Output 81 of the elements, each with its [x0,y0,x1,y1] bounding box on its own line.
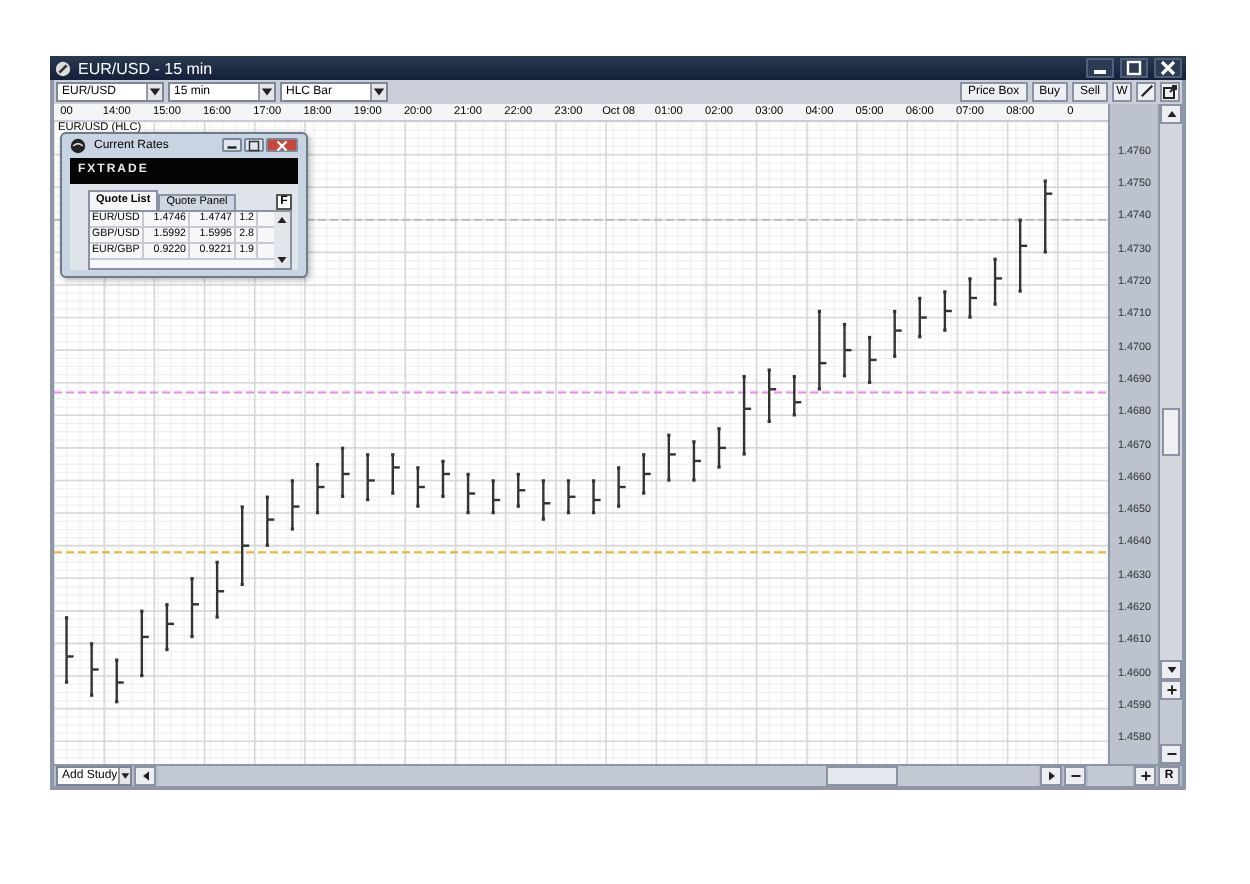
price-bar [491,478,501,514]
price-bar [391,452,400,494]
down-arrow-icon [1165,663,1177,676]
scroll-left-button[interactable] [134,765,156,786]
price-bar [642,452,651,494]
price-bar [918,296,927,338]
price-bar [240,504,250,586]
plus-icon [1139,769,1151,782]
price-bar [893,309,902,358]
price-bar [943,289,952,331]
line-icon [1139,84,1153,99]
price-bar [692,439,701,481]
minus-icon [1165,747,1177,760]
minimize-button[interactable] [1086,58,1114,79]
caret-icon [258,83,274,100]
scroll-down-button[interactable] [274,251,290,268]
minus-icon [1069,769,1081,782]
scroll-right-button[interactable] [1040,765,1062,786]
scroll-thumb[interactable] [826,765,898,786]
price-bar [441,458,450,498]
maximize-icon [248,139,260,152]
window-title: EUR/USD - 15 min [78,59,213,78]
price-bar [591,478,601,514]
price-bar [64,615,74,683]
zoom-in-button[interactable] [1134,765,1156,786]
price-bar [667,432,676,481]
scroll-down-button[interactable] [1160,659,1182,680]
price-bar [265,494,275,547]
price-bar [315,462,325,514]
price-bar [767,367,777,423]
up-arrow-icon [276,213,288,226]
down-arrow-icon [276,253,288,266]
price-bar [717,426,726,468]
maximize-icon [1126,60,1142,77]
price-bar [968,276,977,318]
zoom-in-button[interactable] [1160,679,1182,700]
close-icon [1160,60,1176,77]
left-arrow-icon [139,769,151,782]
scroll-thumb[interactable] [1162,407,1180,456]
price-bar [617,465,626,507]
price-bar [516,472,526,507]
price-bar [868,335,877,384]
caret-icon [370,83,386,100]
price-bar [1043,178,1053,253]
caret-icon [117,767,130,784]
price-bar [541,478,551,520]
caret-icon [146,83,162,100]
price-bar [190,576,199,638]
price-bar [115,657,124,703]
price-bar [993,256,1003,305]
right-arrow-icon [1045,769,1057,782]
detach-icon [1162,83,1178,100]
price-bar [1018,217,1028,292]
price-bar [215,559,225,618]
close-button[interactable] [1154,58,1182,79]
price-bar [366,452,375,501]
close-icon [276,139,288,152]
price-bar [90,641,99,696]
minimize-button[interactable] [222,138,242,153]
zoom-out-button[interactable] [1160,743,1182,764]
maximize-button[interactable] [244,138,264,153]
zoom-out-button[interactable] [1064,765,1086,786]
pencil-button[interactable] [1136,81,1156,102]
price-bar [566,478,576,514]
price-bar [140,608,149,677]
price-bar [842,322,852,377]
up-arrow-icon [1165,107,1177,120]
scroll-up-button[interactable] [274,211,290,228]
plus-icon [1165,683,1177,696]
price-bar [466,472,476,514]
maximize-button[interactable] [1120,58,1148,79]
price-bar [742,374,752,455]
price-bar [416,465,425,507]
app-icon [54,59,72,78]
price-bar [290,478,300,530]
scroll-up-button[interactable] [1160,103,1182,124]
detach-button[interactable] [1160,81,1180,102]
price-bar [792,374,802,416]
price-bar [165,602,174,651]
price-bar [817,309,827,390]
price-bar [341,445,350,498]
